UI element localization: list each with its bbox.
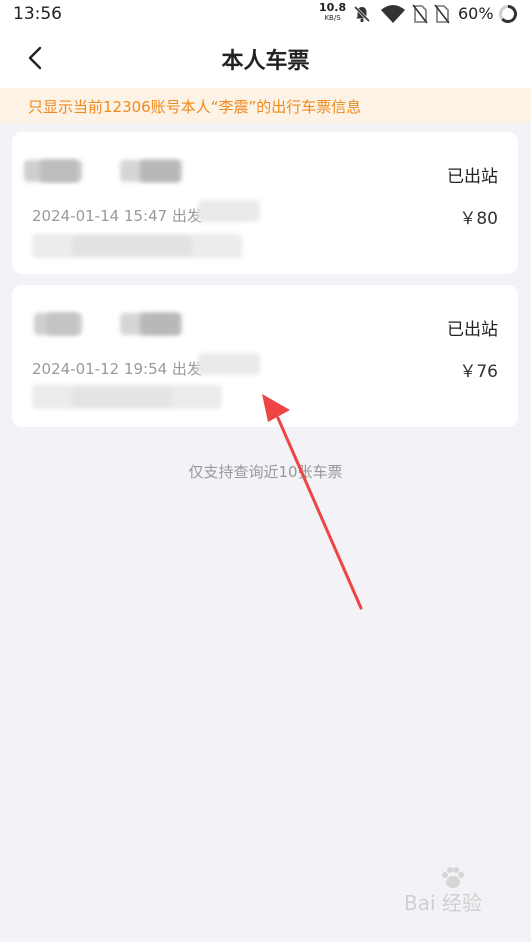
watermark: Bai 经验: [404, 891, 482, 915]
annotation-arrow: [262, 394, 363, 610]
